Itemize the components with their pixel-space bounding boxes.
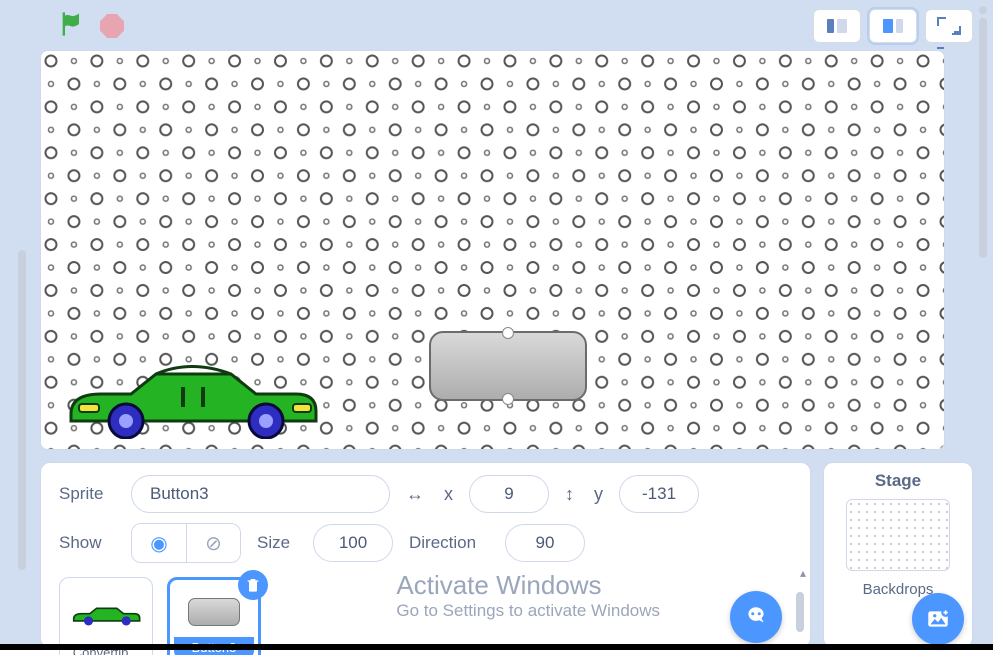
large-stage-button[interactable] xyxy=(869,9,917,43)
add-sprite-button[interactable] xyxy=(730,591,782,643)
small-stage-button[interactable] xyxy=(813,9,861,43)
direction-label: Direction xyxy=(409,533,489,553)
eye-icon: ◉ xyxy=(150,531,167,556)
outer-scrollbar-right-top[interactable] xyxy=(979,6,987,14)
stage-toolbar-left xyxy=(40,10,124,43)
sprite-direction-input[interactable]: 90 xyxy=(505,524,585,562)
stage-toolbar xyxy=(40,8,973,44)
show-sprite-button[interactable]: ◉ xyxy=(132,524,186,562)
sprite-list-scroll-up-icon[interactable]: ▴ xyxy=(800,566,806,580)
sprite-convertible-car[interactable] xyxy=(61,359,321,439)
hide-sprite-button[interactable]: ⊘ xyxy=(186,524,240,562)
sprite-button3[interactable] xyxy=(429,331,587,401)
outer-scrollbar-left[interactable] xyxy=(18,250,26,570)
sprite-info-panel: Sprite ↔ x 9 ↕ y -131 Show ◉ ⊘ Size 100 … xyxy=(40,462,811,648)
visibility-toggle: ◉ ⊘ xyxy=(131,523,241,563)
sprite-label: Sprite xyxy=(59,484,115,504)
show-label: Show xyxy=(59,533,115,553)
sprite-row-props: Show ◉ ⊘ Size 100 Direction 90 xyxy=(59,523,792,563)
sprite-name-input[interactable] xyxy=(131,475,390,513)
backdrop-thumbnail[interactable] xyxy=(846,499,950,571)
backdrops-label: Backdrops xyxy=(863,581,934,598)
sprite-row-name: Sprite ↔ x 9 ↕ y -131 xyxy=(59,475,792,513)
stage-canvas[interactable] xyxy=(40,50,945,450)
sprite-list-scrollbar[interactable] xyxy=(796,592,804,632)
lower-panels: Sprite ↔ x 9 ↕ y -131 Show ◉ ⊘ Size 100 … xyxy=(40,462,973,648)
stage-panel: Stage Backdrops xyxy=(823,462,973,648)
y-axis-icon: ↕ y xyxy=(565,484,603,505)
window-bottom-border xyxy=(0,644,993,650)
fullscreen-button[interactable] xyxy=(925,9,973,43)
sprite-name-field[interactable] xyxy=(150,484,371,504)
green-flag-icon[interactable] xyxy=(58,10,86,43)
sprite-x-input[interactable]: 9 xyxy=(469,475,549,513)
x-axis-icon: ↔ x xyxy=(406,484,453,505)
eye-off-icon: ⊘ xyxy=(205,531,222,556)
size-label: Size xyxy=(257,533,297,553)
add-backdrop-button[interactable] xyxy=(912,593,964,645)
sprite-size-input[interactable]: 100 xyxy=(313,524,393,562)
thumb-image-car xyxy=(71,584,141,645)
stage-toolbar-right xyxy=(813,9,973,43)
stage-title: Stage xyxy=(875,471,921,491)
sprite-y-input[interactable]: -131 xyxy=(619,475,699,513)
stop-icon[interactable] xyxy=(100,14,124,38)
delete-sprite-button[interactable] xyxy=(238,570,268,600)
outer-scrollbar-right[interactable] xyxy=(979,18,987,258)
thumb-image-button xyxy=(188,586,240,637)
app-frame: Sprite ↔ x 9 ↕ y -131 Show ◉ ⊘ Size 100 … xyxy=(0,0,993,650)
